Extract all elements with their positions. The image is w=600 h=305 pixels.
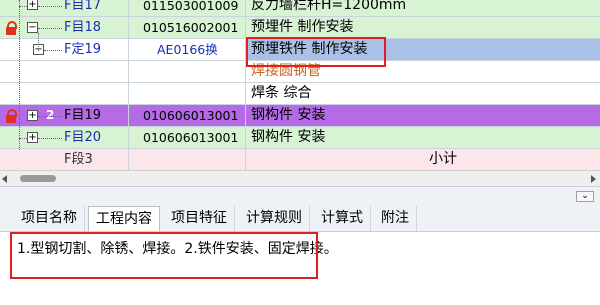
tab-formula[interactable]: 计算式 bbox=[314, 206, 371, 231]
lock-icon bbox=[6, 109, 17, 123]
scroll-right-icon[interactable] bbox=[591, 175, 596, 183]
scroll-thumb[interactable] bbox=[20, 175, 56, 182]
row-description[interactable]: 钢构件 安装 bbox=[245, 127, 600, 148]
row-name: F目19 bbox=[64, 108, 102, 123]
highlight-box bbox=[10, 232, 318, 279]
tab-calculation-rules[interactable]: 计算规则 bbox=[239, 206, 310, 231]
tab-project-features[interactable]: 项目特征 bbox=[164, 206, 235, 231]
row-code[interactable]: 010516002001 bbox=[128, 17, 245, 38]
horizontal-scrollbar[interactable] bbox=[0, 170, 600, 186]
lock-icon bbox=[6, 21, 17, 35]
table-row[interactable]: + 2 F目19 010606013001 钢构件 安装 bbox=[0, 105, 600, 127]
row-name: F段3 bbox=[64, 152, 93, 167]
tree-line bbox=[38, 33, 39, 51]
table-row[interactable]: F段3 小计 bbox=[0, 149, 600, 170]
tree-line bbox=[38, 28, 62, 29]
row-code[interactable]: AE0166换 bbox=[128, 39, 245, 60]
table-row[interactable]: + F目20 010606013001 钢构件 安装 bbox=[0, 127, 600, 149]
work-content-panel[interactable]: 1.型钢切割、除锈、焊接。2.铁件安装、固定焊接。 bbox=[0, 231, 600, 305]
row-name: F目17 bbox=[64, 0, 102, 13]
tree-line bbox=[19, 138, 27, 139]
tab-notes[interactable]: 附注 bbox=[374, 206, 417, 231]
scroll-left-icon[interactable] bbox=[2, 175, 7, 183]
row-description[interactable]: 反力墙栏杆H=1200mm bbox=[245, 0, 600, 16]
tab-project-name[interactable]: 项目名称 bbox=[14, 206, 85, 231]
detail-tabbar: ⌄ 项目名称 工程内容 项目特征 计算规则 计算式 附注 bbox=[0, 186, 600, 232]
row-name: F目18 bbox=[64, 20, 102, 35]
chevron-down-icon[interactable]: ⌄ bbox=[576, 191, 594, 202]
row-description[interactable]: 焊条 综合 bbox=[245, 83, 600, 104]
project-grid[interactable]: + F目17 011503001009 反力墙栏杆H=1200mm − F目18… bbox=[0, 0, 600, 170]
highlight-box bbox=[246, 37, 386, 67]
collapse-toggle-icon[interactable]: + bbox=[27, 110, 38, 121]
row-name: F目20 bbox=[64, 130, 102, 145]
tree-line bbox=[38, 138, 62, 139]
row-code[interactable] bbox=[128, 61, 245, 82]
tree-line bbox=[44, 50, 62, 51]
collapse-toggle-icon[interactable]: + bbox=[27, 132, 38, 143]
table-row[interactable]: − F目18 010516002001 预埋件 制作安装 bbox=[0, 17, 600, 39]
tree-line bbox=[38, 6, 62, 7]
table-row[interactable]: 焊条 综合 bbox=[0, 83, 600, 105]
collapse-toggle-icon[interactable]: + bbox=[27, 0, 38, 10]
row-description[interactable]: 小计 bbox=[245, 149, 600, 170]
row-code[interactable]: 010606013001 bbox=[128, 105, 245, 126]
row-description[interactable]: 预埋件 制作安装 bbox=[245, 17, 600, 38]
row-description[interactable]: 钢构件 安装 bbox=[245, 105, 600, 126]
expand-toggle-icon[interactable]: − bbox=[27, 22, 38, 33]
tree-line bbox=[38, 116, 62, 117]
table-row[interactable]: + F目17 011503001009 反力墙栏杆H=1200mm bbox=[0, 0, 600, 17]
row-code[interactable]: 011503001009 bbox=[128, 0, 245, 16]
tree-line bbox=[19, 0, 20, 150]
row-code[interactable] bbox=[128, 83, 245, 104]
tab-work-content[interactable]: 工程内容 bbox=[88, 206, 160, 232]
row-code[interactable] bbox=[128, 149, 245, 170]
tree-line bbox=[19, 6, 27, 7]
row-code[interactable]: 010606013001 bbox=[128, 127, 245, 148]
row-name: F定19 bbox=[64, 42, 102, 57]
